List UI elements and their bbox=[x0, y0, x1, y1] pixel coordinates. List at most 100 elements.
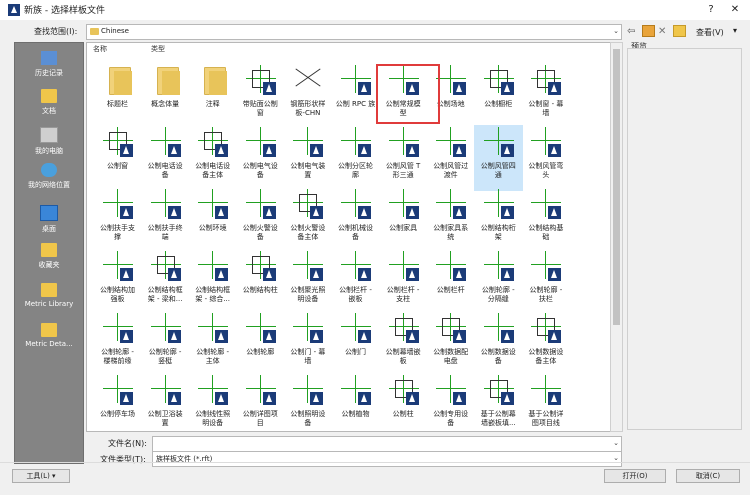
file-tile[interactable]: 公制火警设 备主体 bbox=[283, 187, 332, 253]
file-tile[interactable]: 公制机械设 备 bbox=[331, 187, 380, 253]
file-tile[interactable]: 公制家具系 统 bbox=[426, 187, 475, 253]
place-metric-detail[interactable]: Metric Deta... bbox=[15, 323, 83, 348]
file-tile[interactable]: 公制卫浴装 置 bbox=[141, 373, 190, 431]
file-tile-label: 基于公制详 图项目线 bbox=[528, 410, 564, 427]
file-tile[interactable]: 公制门 - 幕 墙 bbox=[283, 311, 332, 377]
file-tile[interactable]: 公制结构桁 架 bbox=[474, 187, 523, 253]
computer-icon bbox=[40, 127, 58, 143]
column-type[interactable]: 类型 bbox=[151, 43, 165, 55]
file-tile[interactable]: 公制扶手终 端 bbox=[141, 187, 190, 253]
scrollbar-thumb[interactable] bbox=[613, 49, 620, 325]
file-tile[interactable]: 基于公制幕 墙嵌板填... bbox=[474, 373, 523, 431]
filetype-select[interactable]: 族样板文件 (*.rft) ⌄ bbox=[152, 451, 622, 467]
file-tile-label: 公制植物 bbox=[341, 410, 370, 418]
file-tile[interactable]: 公制家具 bbox=[379, 187, 428, 253]
family-template-icon bbox=[291, 125, 325, 159]
up-folder-icon[interactable] bbox=[642, 25, 655, 37]
filename-input[interactable]: ⌄ bbox=[152, 436, 622, 452]
file-tile[interactable]: 公制轮廓 - 楼梯前缘 bbox=[93, 311, 142, 377]
file-tile[interactable]: 公制数据设 备 bbox=[474, 311, 523, 377]
back-icon[interactable]: ⇦ bbox=[627, 26, 635, 37]
family-template-icon bbox=[291, 249, 325, 283]
selection-annotation-box bbox=[376, 64, 440, 124]
file-tile[interactable]: 公制扶手支 撑 bbox=[93, 187, 142, 253]
file-tile[interactable]: 公制电话设 备主体 bbox=[188, 125, 237, 191]
file-tile[interactable]: 公制柱 bbox=[379, 373, 428, 431]
file-tile[interactable]: 公制窗 - 幕 墙 bbox=[521, 63, 570, 129]
file-tile[interactable]: 基于公制详 图项目线 bbox=[521, 373, 570, 431]
file-tile[interactable]: 公制轮廓 - 扶栏 bbox=[521, 249, 570, 315]
file-tile[interactable]: 概念体量 bbox=[141, 63, 190, 129]
file-tile[interactable]: 公制结构加 强板 bbox=[93, 249, 142, 315]
file-tile[interactable]: 公制风管 T 形三通 bbox=[379, 125, 428, 191]
file-tile[interactable]: 公制电气装 置 bbox=[283, 125, 332, 191]
cancel-button[interactable]: 取消(C) bbox=[676, 469, 740, 483]
file-tile[interactable]: 公制幕墙嵌 板 bbox=[379, 311, 428, 377]
bottom-separator bbox=[0, 462, 750, 463]
delete-icon[interactable]: ✕ bbox=[658, 26, 666, 37]
close-button[interactable]: ✕ bbox=[724, 2, 746, 18]
file-tile[interactable]: 公制电气设 备 bbox=[236, 125, 285, 191]
new-folder-icon[interactable] bbox=[673, 25, 686, 37]
file-tile[interactable]: 公制结构框 架 - 综合... bbox=[188, 249, 237, 315]
open-button[interactable]: 打开(O) bbox=[604, 469, 666, 483]
file-tile[interactable]: 公制电话设 备 bbox=[141, 125, 190, 191]
file-tile[interactable]: 公制轮廓 - 主体 bbox=[188, 311, 237, 377]
place-metric-library[interactable]: Metric Library bbox=[15, 283, 83, 308]
file-tile[interactable]: 公制风管过 渡件 bbox=[426, 125, 475, 191]
file-tile[interactable]: 公制分区轮 廓 bbox=[331, 125, 380, 191]
file-tile[interactable]: 公制详图项 目 bbox=[236, 373, 285, 431]
file-list[interactable]: 名称 类型 标题栏 概念体量 注释 带贴面公制 窗钢筋形状样 板-CHN 公制 RPC … bbox=[86, 42, 612, 432]
file-tile[interactable]: 公制轮廓 - 分隔缝 bbox=[474, 249, 523, 315]
file-tile[interactable]: 公制风管弯 头 bbox=[521, 125, 570, 191]
file-tile[interactable]: 公制轮廓 - 竖梃 bbox=[141, 311, 190, 377]
family-template-icon bbox=[196, 373, 230, 407]
family-template-icon bbox=[244, 249, 278, 283]
file-tile[interactable]: 公制火警设 备 bbox=[236, 187, 285, 253]
file-tile[interactable]: 标题栏 bbox=[93, 63, 142, 129]
file-tile[interactable]: 公制 RPC 族 bbox=[331, 63, 380, 129]
tools-button[interactable]: 工具(L) ▾ bbox=[12, 469, 70, 483]
place-my-computer[interactable]: 我的电脑 bbox=[15, 127, 83, 156]
file-tile[interactable]: 带贴面公制 窗 bbox=[236, 63, 285, 129]
view-menu-chevron-icon[interactable]: ▾ bbox=[733, 26, 737, 35]
filename-label: 文件名(N): bbox=[108, 439, 147, 448]
file-tile[interactable]: 公制聚光照 明设备 bbox=[283, 249, 332, 315]
place-network[interactable]: 我的网络位置 bbox=[15, 163, 83, 190]
file-tile[interactable]: 公制栏杆 - 支柱 bbox=[379, 249, 428, 315]
family-template-icon bbox=[244, 125, 278, 159]
file-tile[interactable]: 公制橱柜 bbox=[474, 63, 523, 129]
file-tile[interactable]: 公制结构柱 bbox=[236, 249, 285, 315]
file-tile-label: 公制结构桁 架 bbox=[480, 224, 516, 241]
file-tile[interactable]: 公制数据设 备主体 bbox=[521, 311, 570, 377]
file-tile[interactable]: 公制环境 bbox=[188, 187, 237, 253]
view-menu[interactable]: 查看(V) bbox=[696, 27, 724, 38]
file-tile[interactable]: 注释 bbox=[188, 63, 237, 129]
file-tile[interactable]: 公制照明设 备 bbox=[283, 373, 332, 431]
file-tile[interactable]: 公制窗 bbox=[93, 125, 142, 191]
place-history[interactable]: 历史记录 bbox=[15, 51, 83, 78]
file-tile[interactable]: 公制停车场 bbox=[93, 373, 142, 431]
file-tile[interactable]: 公制轮廓 bbox=[236, 311, 285, 377]
place-desktop[interactable]: 桌面 bbox=[15, 205, 83, 234]
file-tile[interactable]: 公制植物 bbox=[331, 373, 380, 431]
file-tile-label: 基于公制幕 墙嵌板填... bbox=[480, 410, 516, 427]
lookin-combo[interactable]: Chinese ⌄ bbox=[86, 24, 622, 40]
column-name[interactable]: 名称 bbox=[93, 43, 107, 55]
file-tile[interactable]: 钢筋形状样 板-CHN bbox=[283, 63, 332, 129]
file-tile[interactable]: 公制结构基 础 bbox=[521, 187, 570, 253]
file-tile[interactable]: 公制线性照 明设备 bbox=[188, 373, 237, 431]
file-tile[interactable]: 公制数据配 电盘 bbox=[426, 311, 475, 377]
place-favorites[interactable]: 收藏夹 bbox=[15, 243, 83, 270]
file-tile[interactable]: 公制门 bbox=[331, 311, 380, 377]
family-template-icon bbox=[529, 63, 563, 97]
file-list-scrollbar[interactable] bbox=[610, 42, 623, 432]
family-template-icon bbox=[291, 311, 325, 345]
file-tile[interactable]: 公制栏杆 bbox=[426, 249, 475, 315]
file-tile[interactable]: 公制栏杆 - 嵌板 bbox=[331, 249, 380, 315]
file-tile[interactable]: 公制专用设 备 bbox=[426, 373, 475, 431]
file-tile[interactable]: 公制结构框 架 - 梁和... bbox=[141, 249, 190, 315]
help-button[interactable]: ? bbox=[700, 2, 722, 18]
file-tile[interactable]: 公制风管四 通 bbox=[473, 125, 523, 191]
place-documents[interactable]: 文档 bbox=[15, 89, 83, 116]
